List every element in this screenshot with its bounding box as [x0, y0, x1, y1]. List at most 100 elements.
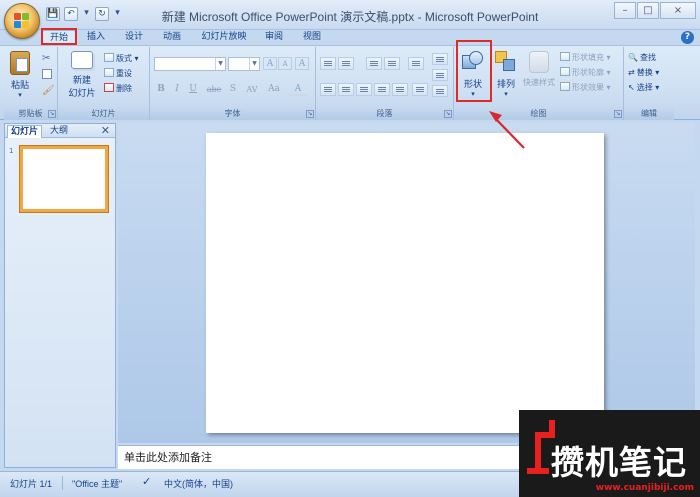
shape-outline-icon — [560, 67, 570, 76]
tab-slides-panel[interactable]: 幻灯片 — [7, 125, 43, 138]
maximize-button[interactable]: □ — [637, 2, 659, 19]
group-font: ▼ ▼ A A A B I U abe S AV Aa A 字体 ↘ — [150, 47, 316, 120]
shape-outline-label: 形状轮廓 — [572, 68, 604, 77]
distribute-icon[interactable] — [392, 83, 408, 96]
group-paragraph: 段落 ↘ — [316, 47, 454, 120]
shape-outline-button[interactable]: 形状轮廓 ▾ — [560, 67, 611, 79]
numbering-icon[interactable] — [338, 57, 354, 70]
quick-styles-label: 快速样式 — [523, 78, 555, 87]
panel-tabs: 幻灯片 大纲 ✕ — [5, 124, 115, 138]
arrange-dropdown-icon: ▾ — [504, 90, 508, 98]
strikethrough-button[interactable]: abe — [204, 83, 224, 96]
increase-indent-icon[interactable] — [384, 57, 400, 70]
align-center-icon[interactable] — [338, 83, 354, 96]
reset-button[interactable]: 重设 — [104, 68, 132, 80]
clear-format-icon[interactable]: A — [295, 57, 309, 70]
font-group-label: 字体 — [150, 108, 315, 120]
font-name-combo[interactable]: ▼ — [154, 57, 226, 71]
group-editing: 🔍 查找 ⇄ 替换 ▾ ↖ 选择 ▾ 编辑 — [624, 47, 674, 120]
help-icon[interactable]: ? — [681, 31, 694, 44]
slide-count-status: 幻灯片 1/1 — [10, 479, 53, 489]
slide-thumbnails: 1 — [5, 138, 115, 467]
text-direction-icon[interactable] — [432, 53, 448, 65]
font-size-dropdown-icon: ▼ — [249, 58, 259, 70]
shrink-font-icon[interactable]: A — [278, 57, 292, 70]
office-button[interactable] — [4, 3, 40, 39]
shape-fill-button[interactable]: 形状填充 ▾ — [560, 52, 611, 64]
tab-insert[interactable]: 插入 — [82, 30, 110, 45]
tab-animations[interactable]: 动画 — [158, 30, 186, 45]
ribbon: 粘贴 ▾ ✂ 🖌 剪贴板 ↘ 新建 幻灯片 版式 ▾ 重设 删除 幻灯片 ▼ ▼… — [0, 45, 700, 120]
watermark-logo-icon — [527, 416, 555, 476]
slide-canvas[interactable] — [206, 133, 604, 433]
layout-icon — [104, 53, 114, 62]
title-bar: 💾 ↶ ▾ ↻ ▾ 新建 Microsoft Office PowerPoint… — [0, 0, 700, 30]
drawing-launcher-icon[interactable]: ↘ — [614, 110, 622, 118]
slide-workspace — [118, 123, 695, 443]
layout-label: 版式 — [116, 54, 132, 63]
find-icon: 🔍 — [628, 53, 638, 62]
shadow-button[interactable]: S — [226, 83, 240, 96]
font-size-combo[interactable]: ▼ — [228, 57, 260, 71]
minimize-button[interactable]: – — [614, 2, 636, 19]
new-slide-icon — [71, 51, 93, 69]
slide-thumbnail[interactable] — [20, 146, 108, 212]
align-text-icon[interactable] — [432, 69, 448, 81]
font-launcher-icon[interactable]: ↘ — [306, 110, 314, 118]
replace-button[interactable]: ⇄ 替换 ▾ — [628, 67, 659, 79]
grow-font-icon[interactable]: A — [263, 57, 277, 70]
drawing-group-label: 绘图 — [454, 108, 623, 120]
char-spacing-button[interactable]: AV — [242, 83, 262, 96]
tab-slideshow[interactable]: 幻灯片放映 — [198, 30, 250, 45]
language-status[interactable]: 中文(简体，中国) — [164, 477, 233, 490]
underline-button[interactable]: U — [186, 83, 200, 96]
find-button[interactable]: 🔍 查找 — [628, 52, 656, 64]
tab-design[interactable]: 设计 — [120, 30, 148, 45]
italic-button[interactable]: I — [170, 83, 184, 96]
reset-label: 重设 — [116, 69, 132, 78]
theme-status[interactable]: "Office 主题" — [72, 477, 122, 490]
replace-icon: ⇄ — [628, 68, 635, 77]
change-case-button[interactable]: Aa — [264, 83, 284, 96]
delete-button[interactable]: 删除 — [104, 83, 132, 95]
shape-effects-button[interactable]: 形状效果 ▾ — [560, 82, 611, 94]
select-icon: ↖ — [628, 83, 635, 92]
arrange-icon — [495, 51, 517, 73]
tab-view[interactable]: 视图 — [298, 30, 326, 45]
bold-button[interactable]: B — [154, 83, 168, 96]
smartart-icon[interactable] — [432, 85, 448, 97]
align-left-icon[interactable] — [320, 83, 336, 96]
decrease-indent-icon[interactable] — [366, 57, 382, 70]
home-tab-highlight — [41, 28, 77, 45]
columns-icon[interactable] — [412, 83, 428, 96]
line-spacing-icon[interactable] — [408, 57, 424, 70]
tab-outline-panel[interactable]: 大纲 — [47, 125, 71, 138]
justify-icon[interactable] — [374, 83, 390, 96]
copy-icon[interactable] — [42, 69, 52, 79]
select-button[interactable]: ↖ 选择 ▾ — [628, 82, 659, 94]
clipboard-launcher-icon[interactable]: ↘ — [48, 110, 56, 118]
format-painter-icon[interactable]: 🖌 — [42, 85, 55, 96]
paste-label: 粘贴 — [10, 81, 29, 91]
close-panel-icon[interactable]: ✕ — [101, 124, 110, 137]
font-color-button[interactable]: A — [288, 83, 308, 96]
shape-fill-icon — [560, 52, 570, 61]
watermark-text: 攒机笔记 — [551, 443, 687, 482]
close-button[interactable]: × — [660, 2, 696, 19]
arrange-label: 排列 — [496, 80, 515, 90]
cut-icon[interactable]: ✂ — [42, 53, 50, 64]
quick-styles-button[interactable]: 快速样式 — [520, 51, 558, 88]
new-slide-button[interactable]: 新建 幻灯片 — [64, 51, 100, 99]
arrange-button[interactable]: 排列 ▾ — [492, 51, 520, 98]
layout-button[interactable]: 版式 ▾ — [104, 53, 139, 65]
notes-pane[interactable]: 单击此处添加备注 — [118, 445, 523, 469]
replace-label: 替换 — [636, 68, 653, 77]
paste-button[interactable]: 粘贴 ▾ — [8, 51, 32, 99]
paragraph-launcher-icon[interactable]: ↘ — [444, 110, 452, 118]
bullets-icon[interactable] — [320, 57, 336, 70]
delete-label: 删除 — [116, 84, 132, 93]
tab-review[interactable]: 审阅 — [260, 30, 288, 45]
spell-check-icon[interactable]: ✓ — [142, 475, 151, 488]
editing-group-label: 编辑 — [624, 108, 674, 120]
align-right-icon[interactable] — [356, 83, 372, 96]
